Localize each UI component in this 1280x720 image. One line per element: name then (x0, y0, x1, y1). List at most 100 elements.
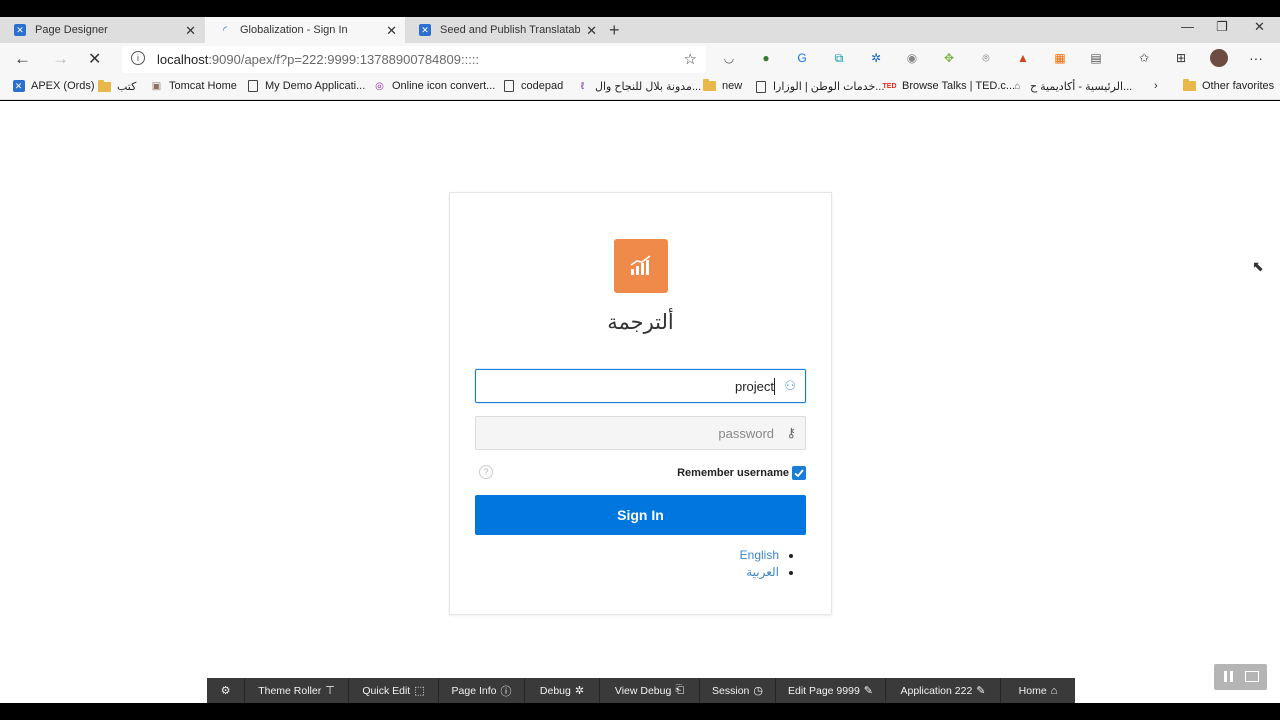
remember-username-checkbox[interactable] (792, 466, 806, 480)
chart-icon (630, 255, 651, 275)
session-button[interactable]: Session ◷ (700, 678, 776, 703)
language-link-arabic[interactable]: العربية (740, 564, 794, 581)
other-favorites[interactable]: Other favorites (1183, 79, 1274, 92)
pocket-icon[interactable]: ◡ (722, 51, 736, 65)
extension-color-icon[interactable]: ▲ (1016, 51, 1030, 65)
bookmark-item[interactable]: ✕ APEX (Ords) (12, 80, 95, 92)
extension-store-icon[interactable]: ▤ (1089, 51, 1103, 65)
academy-icon: ⌂ (1014, 81, 1021, 92)
tomcat-icon: ▣ (151, 80, 162, 92)
apex-x-icon: ✕ (12, 80, 25, 92)
extension-puzzle-icon[interactable]: ✥ (942, 51, 956, 65)
tab-label: Globalization - Sign In (240, 24, 348, 36)
remember-username-label[interactable]: Remember username (677, 467, 789, 479)
bookmark-item[interactable]: TED Browse Talks | TED.c... (882, 80, 1016, 92)
app-logo (614, 239, 668, 293)
ted-icon: TED (882, 82, 897, 90)
devbar-options-button[interactable]: ⚙ (207, 678, 245, 703)
back-icon[interactable]: ← (14, 49, 31, 69)
application-button[interactable]: Application 222 ✎ (886, 678, 1001, 703)
user-icon: ⚇ (784, 378, 796, 393)
password-placeholder: password (718, 426, 774, 441)
language-link-english[interactable]: English (740, 547, 794, 564)
bookmark-item[interactable]: خدمات الوطن | الوزارا... (754, 80, 884, 93)
forward-icon[interactable]: → (52, 49, 69, 69)
password-field[interactable]: password ⚷ (475, 416, 806, 450)
extension-calendar-icon[interactable]: ▦ (1053, 51, 1067, 65)
blog-icon: ℓ (580, 81, 585, 92)
edit-page-button[interactable]: Edit Page 9999 ✎ (776, 678, 886, 703)
extension-disc-icon[interactable]: ◉ (905, 51, 919, 65)
username-value: project (734, 379, 774, 394)
close-icon[interactable]: ✕ (586, 23, 597, 39)
bookmark-item[interactable]: ℓ مدونة بلال للنجاح وال... (576, 80, 701, 93)
clock-icon: ◷ (753, 685, 763, 697)
address-bar[interactable]: i localhost:9090/apex/f?p=222:9999:13788… (122, 46, 706, 73)
key-icon: ⚷ (786, 425, 796, 440)
collections-icon[interactable]: ⊞ (1174, 51, 1188, 65)
close-icon[interactable]: ✕ (386, 23, 397, 39)
page-info-button[interactable]: Page Info ⓘ (439, 678, 525, 703)
screen: ✕ Page Designer ✕ ◜ Globalization - Sign… (0, 0, 1280, 720)
tab-label: Page Designer (35, 24, 108, 36)
loading-icon: ◜ (223, 24, 227, 36)
edit-icon: ✎ (863, 685, 874, 697)
sign-in-button[interactable]: Sign In (475, 495, 806, 535)
select-icon: ⬚ (414, 685, 425, 697)
info-icon: ⓘ (500, 685, 512, 698)
bookmark-item[interactable]: codepad (502, 80, 563, 92)
pause-icon-bar (1230, 671, 1233, 682)
tab-page-designer[interactable]: ✕ Page Designer ✕ (0, 17, 204, 43)
more-menu-icon[interactable]: ··· (1249, 51, 1263, 65)
folder-icon (98, 79, 111, 93)
developer-toolbar: ⚙ Theme Roller ⊤ Quick Edit ⬚ Page Info ⓘ D… (207, 678, 1075, 703)
tab-strip: ✕ Page Designer ✕ ◜ Globalization - Sign… (0, 17, 1280, 43)
bookmarks-overflow-icon[interactable]: › (1154, 80, 1158, 92)
folder-icon (1183, 79, 1196, 92)
home-button[interactable]: Home ⌂ (1001, 678, 1075, 703)
url-text: localhost:9090/apex/f?p=222:9999:1378890… (157, 52, 480, 67)
extension-globe-icon[interactable]: ● (759, 51, 773, 65)
bookmark-item[interactable]: ▣ Tomcat Home (150, 80, 237, 92)
new-tab-icon[interactable]: + (609, 20, 620, 41)
screen-icon (1245, 671, 1259, 682)
window-close-icon[interactable]: ✕ (1254, 19, 1265, 35)
paint-roller-icon: ⊤ (325, 685, 335, 697)
tab-seed-publish[interactable]: ✕ Seed and Publish Translatable Te ✕ (405, 17, 605, 43)
video-overlay-controls[interactable] (1214, 664, 1267, 690)
profile-avatar[interactable] (1210, 49, 1228, 67)
theme-roller-button[interactable]: Theme Roller ⊤ (245, 678, 349, 703)
translate-icon[interactable]: G (795, 51, 809, 65)
minimize-icon[interactable]: — (1181, 19, 1194, 34)
username-field[interactable]: project ⚇ (475, 369, 806, 403)
bookmark-item[interactable]: ⌂ الرئيسية - أكاديمية ح... (1011, 80, 1132, 93)
favorite-star-icon[interactable]: ☆ (684, 50, 697, 68)
bookmark-item[interactable]: new (703, 79, 742, 92)
gear-icon: ⚙ (220, 685, 231, 697)
extension-lock-icon[interactable]: ⌾ (979, 51, 993, 65)
page-icon (754, 80, 767, 93)
view-debug-button[interactable]: View Debug ⎗ (600, 678, 700, 703)
home-icon: ⌂ (1050, 684, 1058, 697)
folder-icon (703, 79, 716, 92)
stop-loading-icon[interactable]: ✕ (88, 49, 101, 69)
bookmark-item[interactable]: ◎ Online icon convert... (373, 80, 495, 92)
tab-label: Seed and Publish Translatable Te (440, 24, 580, 36)
help-icon[interactable]: ? (479, 465, 493, 479)
favorites-icon[interactable]: ✩ (1137, 51, 1151, 65)
login-card: ألترجمة project ⚇ password ⚷ ? Remember … (449, 192, 832, 615)
bookmark-item[interactable]: My Demo Applicati... (246, 80, 365, 92)
bookmark-item[interactable]: كتب (98, 79, 136, 93)
letterbox-bottom (0, 703, 1280, 720)
extension-gear-icon[interactable]: ✲ (869, 51, 883, 65)
debug-button[interactable]: Debug ✲ (525, 678, 600, 703)
site-info-icon[interactable]: i (131, 51, 145, 65)
quick-edit-button[interactable]: Quick Edit ⬚ (349, 678, 439, 703)
page-icon (502, 80, 515, 92)
restore-icon[interactable]: ❐ (1216, 19, 1228, 35)
close-icon[interactable]: ✕ (185, 23, 196, 39)
check-icon (794, 469, 804, 478)
tab-globalization-sign-in[interactable]: ◜ Globalization - Sign In ✕ (205, 17, 405, 43)
extension-copy-icon[interactable]: ⧉ (832, 51, 846, 65)
app-title: ألترجمة (607, 310, 674, 334)
